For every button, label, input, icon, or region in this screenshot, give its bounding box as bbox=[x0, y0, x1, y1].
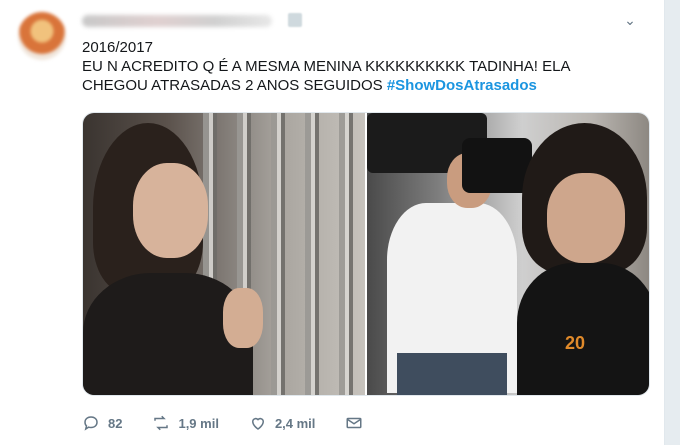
like-count: 2,4 mil bbox=[274, 415, 316, 431]
tweet-actions: 82 1,9 mil 2,4 mil bbox=[82, 412, 642, 434]
girl-crying-right: 20 bbox=[517, 123, 649, 395]
tweet-text-line-1: 2016/2017 bbox=[82, 39, 153, 56]
retweet-count: 1,9 mil bbox=[178, 415, 219, 431]
blurred-badge-icon bbox=[288, 13, 302, 27]
hashtag-link[interactable]: #ShowDosAtrasados bbox=[387, 77, 537, 94]
shirt-print: 20 bbox=[565, 333, 586, 353]
tweet-text-line-3: CHEGOU ATRASADAS 2 ANOS SEGUIDOS #ShowDo… bbox=[82, 76, 652, 95]
heart-icon bbox=[251, 417, 264, 430]
photo-right[interactable]: 20 bbox=[367, 113, 649, 395]
tweet-header: ⌄ bbox=[82, 12, 642, 32]
tweet-card: ⌄ 2016/2017 EU N ACREDITO Q É A MESMA ME… bbox=[0, 0, 665, 445]
dm-button[interactable] bbox=[345, 414, 371, 432]
girl-crying-left bbox=[83, 123, 253, 395]
like-button[interactable]: 2,4 mil bbox=[249, 414, 315, 432]
blurred-username[interactable] bbox=[82, 15, 272, 27]
hand-on-gate bbox=[223, 288, 263, 348]
reply-count: 82 bbox=[108, 415, 123, 431]
tweet-text-line-2: EU N ACREDITO Q É A MESMA MENINA KKKKKKK… bbox=[82, 58, 571, 75]
reply-button[interactable]: 82 bbox=[82, 414, 122, 432]
avatar[interactable] bbox=[18, 12, 66, 60]
tweet-text: 2016/2017 EU N ACREDITO Q É A MESMA MENI… bbox=[82, 38, 652, 95]
tweet-text-line-3-body: CHEGOU ATRASADAS 2 ANOS SEGUIDOS bbox=[82, 77, 383, 94]
reply-icon bbox=[84, 416, 98, 431]
retweet-button[interactable]: 1,9 mil bbox=[152, 414, 219, 432]
photo-left[interactable] bbox=[83, 113, 365, 395]
chevron-down-icon[interactable]: ⌄ bbox=[622, 12, 638, 28]
envelope-icon bbox=[346, 417, 362, 429]
tweet-media[interactable]: 20 bbox=[82, 112, 650, 396]
retweet-icon bbox=[154, 415, 169, 431]
